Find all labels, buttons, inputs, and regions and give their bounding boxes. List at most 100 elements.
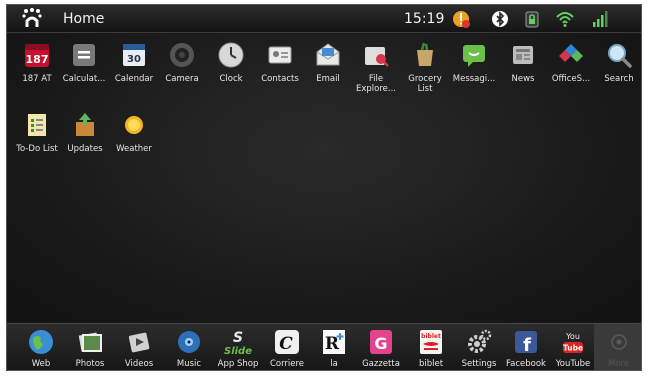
app-label: News (511, 74, 535, 84)
home-logo-icon[interactable] (21, 7, 43, 29)
gazzetta-text: G (374, 334, 387, 353)
cal187-text: 187 (26, 53, 49, 66)
youtube-bottom-text: Tube (563, 344, 583, 353)
camera-icon (170, 43, 194, 67)
app-dock: Web Photos Videos Music S Slide App Shop… (7, 323, 641, 370)
dock-la-repubblica[interactable]: R la (312, 324, 356, 370)
dock-label: biblet (418, 359, 444, 369)
dock-label: Facebook (506, 359, 546, 369)
app-office-suite[interactable]: OfficeS... (549, 38, 593, 118)
app-label: Camera (165, 74, 199, 84)
facebook-text: f (523, 335, 531, 356)
clock-icon (218, 42, 244, 68)
clock-time: 15:19 (404, 11, 445, 27)
tablet-screen: Home 15:19 187 187 AT Calculat... 30 Cal… (6, 4, 642, 371)
dock-label: Videos (124, 359, 154, 369)
app-label: OfficeS... (551, 74, 591, 84)
app-calendar[interactable]: 30 Calendar (112, 38, 156, 118)
app-label: Grocery List (408, 74, 442, 94)
status-bar: Home 15:19 (7, 5, 641, 33)
app-label: File Explore... (355, 74, 396, 94)
more-icon (610, 334, 627, 350)
alert-icon[interactable] (451, 9, 471, 29)
app-label: To-Do List (16, 144, 58, 154)
app-label: Calendar (114, 74, 154, 84)
dock-label: Web (31, 359, 51, 369)
dock-videos[interactable]: Videos (117, 324, 161, 370)
photos-icon (78, 332, 102, 352)
svg-text:S: S (233, 330, 243, 346)
app-news[interactable]: News (501, 38, 545, 118)
app-search[interactable]: Search (597, 38, 641, 118)
dock-settings[interactable]: Settings (457, 324, 501, 370)
calendar-187-icon: 187 (25, 44, 49, 67)
dock-label: la (330, 359, 338, 369)
signal-strength-icon (593, 11, 608, 27)
app-updates[interactable]: Updates (63, 108, 107, 188)
app-label: Contacts (261, 74, 299, 84)
more-label: More (607, 359, 630, 369)
dock-label: Gazzetta (362, 359, 400, 369)
app-label: Messagi... (452, 74, 496, 84)
messaging-icon (463, 45, 485, 67)
facebook-icon: f (515, 331, 537, 356)
dock-label: Settings (461, 359, 497, 369)
app-messaging[interactable]: Messagi... (452, 38, 496, 118)
updates-icon (76, 113, 94, 136)
app-camera[interactable]: Camera (160, 38, 204, 118)
search-icon (608, 44, 632, 68)
dock-facebook[interactable]: f Facebook (504, 324, 548, 370)
file-explorer-icon (365, 47, 389, 67)
lock-icon (525, 11, 539, 28)
app-todo-list[interactable]: To-Do List (15, 108, 59, 188)
app-file-explorer[interactable]: File Explore... (354, 38, 398, 118)
office-suite-icon (559, 44, 583, 62)
calendar-icon: 30 (123, 44, 145, 66)
la-repubblica-icon: R (323, 330, 345, 354)
dock-label: Corriere (269, 359, 305, 369)
youtube-icon: You Tube (563, 332, 583, 353)
videos-icon (128, 332, 150, 353)
gazzetta-icon: G (370, 330, 392, 354)
app-label: Clock (219, 74, 243, 84)
dock-youtube[interactable]: You Tube You Tube (551, 324, 595, 370)
dock-label: Music (176, 359, 202, 369)
news-icon (513, 46, 533, 64)
app-contacts[interactable]: Contacts (258, 38, 302, 118)
bluetooth-icon (492, 11, 508, 27)
more-button[interactable]: More (594, 324, 641, 370)
dock-photos[interactable]: Photos (68, 324, 112, 370)
dock-app-shop[interactable]: S Slide App Shop (216, 324, 260, 370)
app-grid: 187 187 AT Calculat... 30 Calendar Camer… (7, 34, 641, 322)
music-icon (178, 331, 200, 353)
app-label: Updates (67, 144, 103, 154)
app-clock[interactable]: Clock (209, 38, 253, 118)
contacts-icon (268, 46, 292, 64)
page-title: Home (63, 11, 105, 27)
biblet-icon: biblet (420, 330, 442, 354)
app-calculator[interactable]: Calculat... (62, 38, 106, 118)
corriere-text: C (279, 334, 293, 354)
grocery-list-icon (417, 42, 433, 66)
dock-label: App Shop (217, 359, 259, 369)
todo-list-icon (28, 114, 46, 136)
youtube-top-text: You (565, 332, 580, 341)
email-icon (316, 43, 340, 66)
app-email[interactable]: Email (306, 38, 350, 118)
slide-text: Slide (224, 346, 252, 356)
app-grocery-list[interactable]: Grocery List (403, 38, 447, 118)
dock-web[interactable]: Web (19, 324, 63, 370)
app-label: Calculat... (62, 74, 106, 84)
app-187-at[interactable]: 187 187 AT (15, 38, 59, 118)
app-label: Search (604, 74, 634, 84)
dock-corriere[interactable]: C Corriere (265, 324, 309, 370)
corriere-icon: C (275, 330, 299, 354)
app-weather[interactable]: Weather (112, 108, 156, 188)
app-label: 187 AT (22, 74, 52, 84)
dock-gazzetta[interactable]: G Gazzetta (359, 324, 403, 370)
app-shop-icon: S Slide (224, 330, 252, 356)
calculator-icon (73, 44, 95, 66)
dock-music[interactable]: Music (167, 324, 211, 370)
weather-icon (125, 116, 143, 134)
dock-biblet[interactable]: biblet biblet (409, 324, 453, 370)
